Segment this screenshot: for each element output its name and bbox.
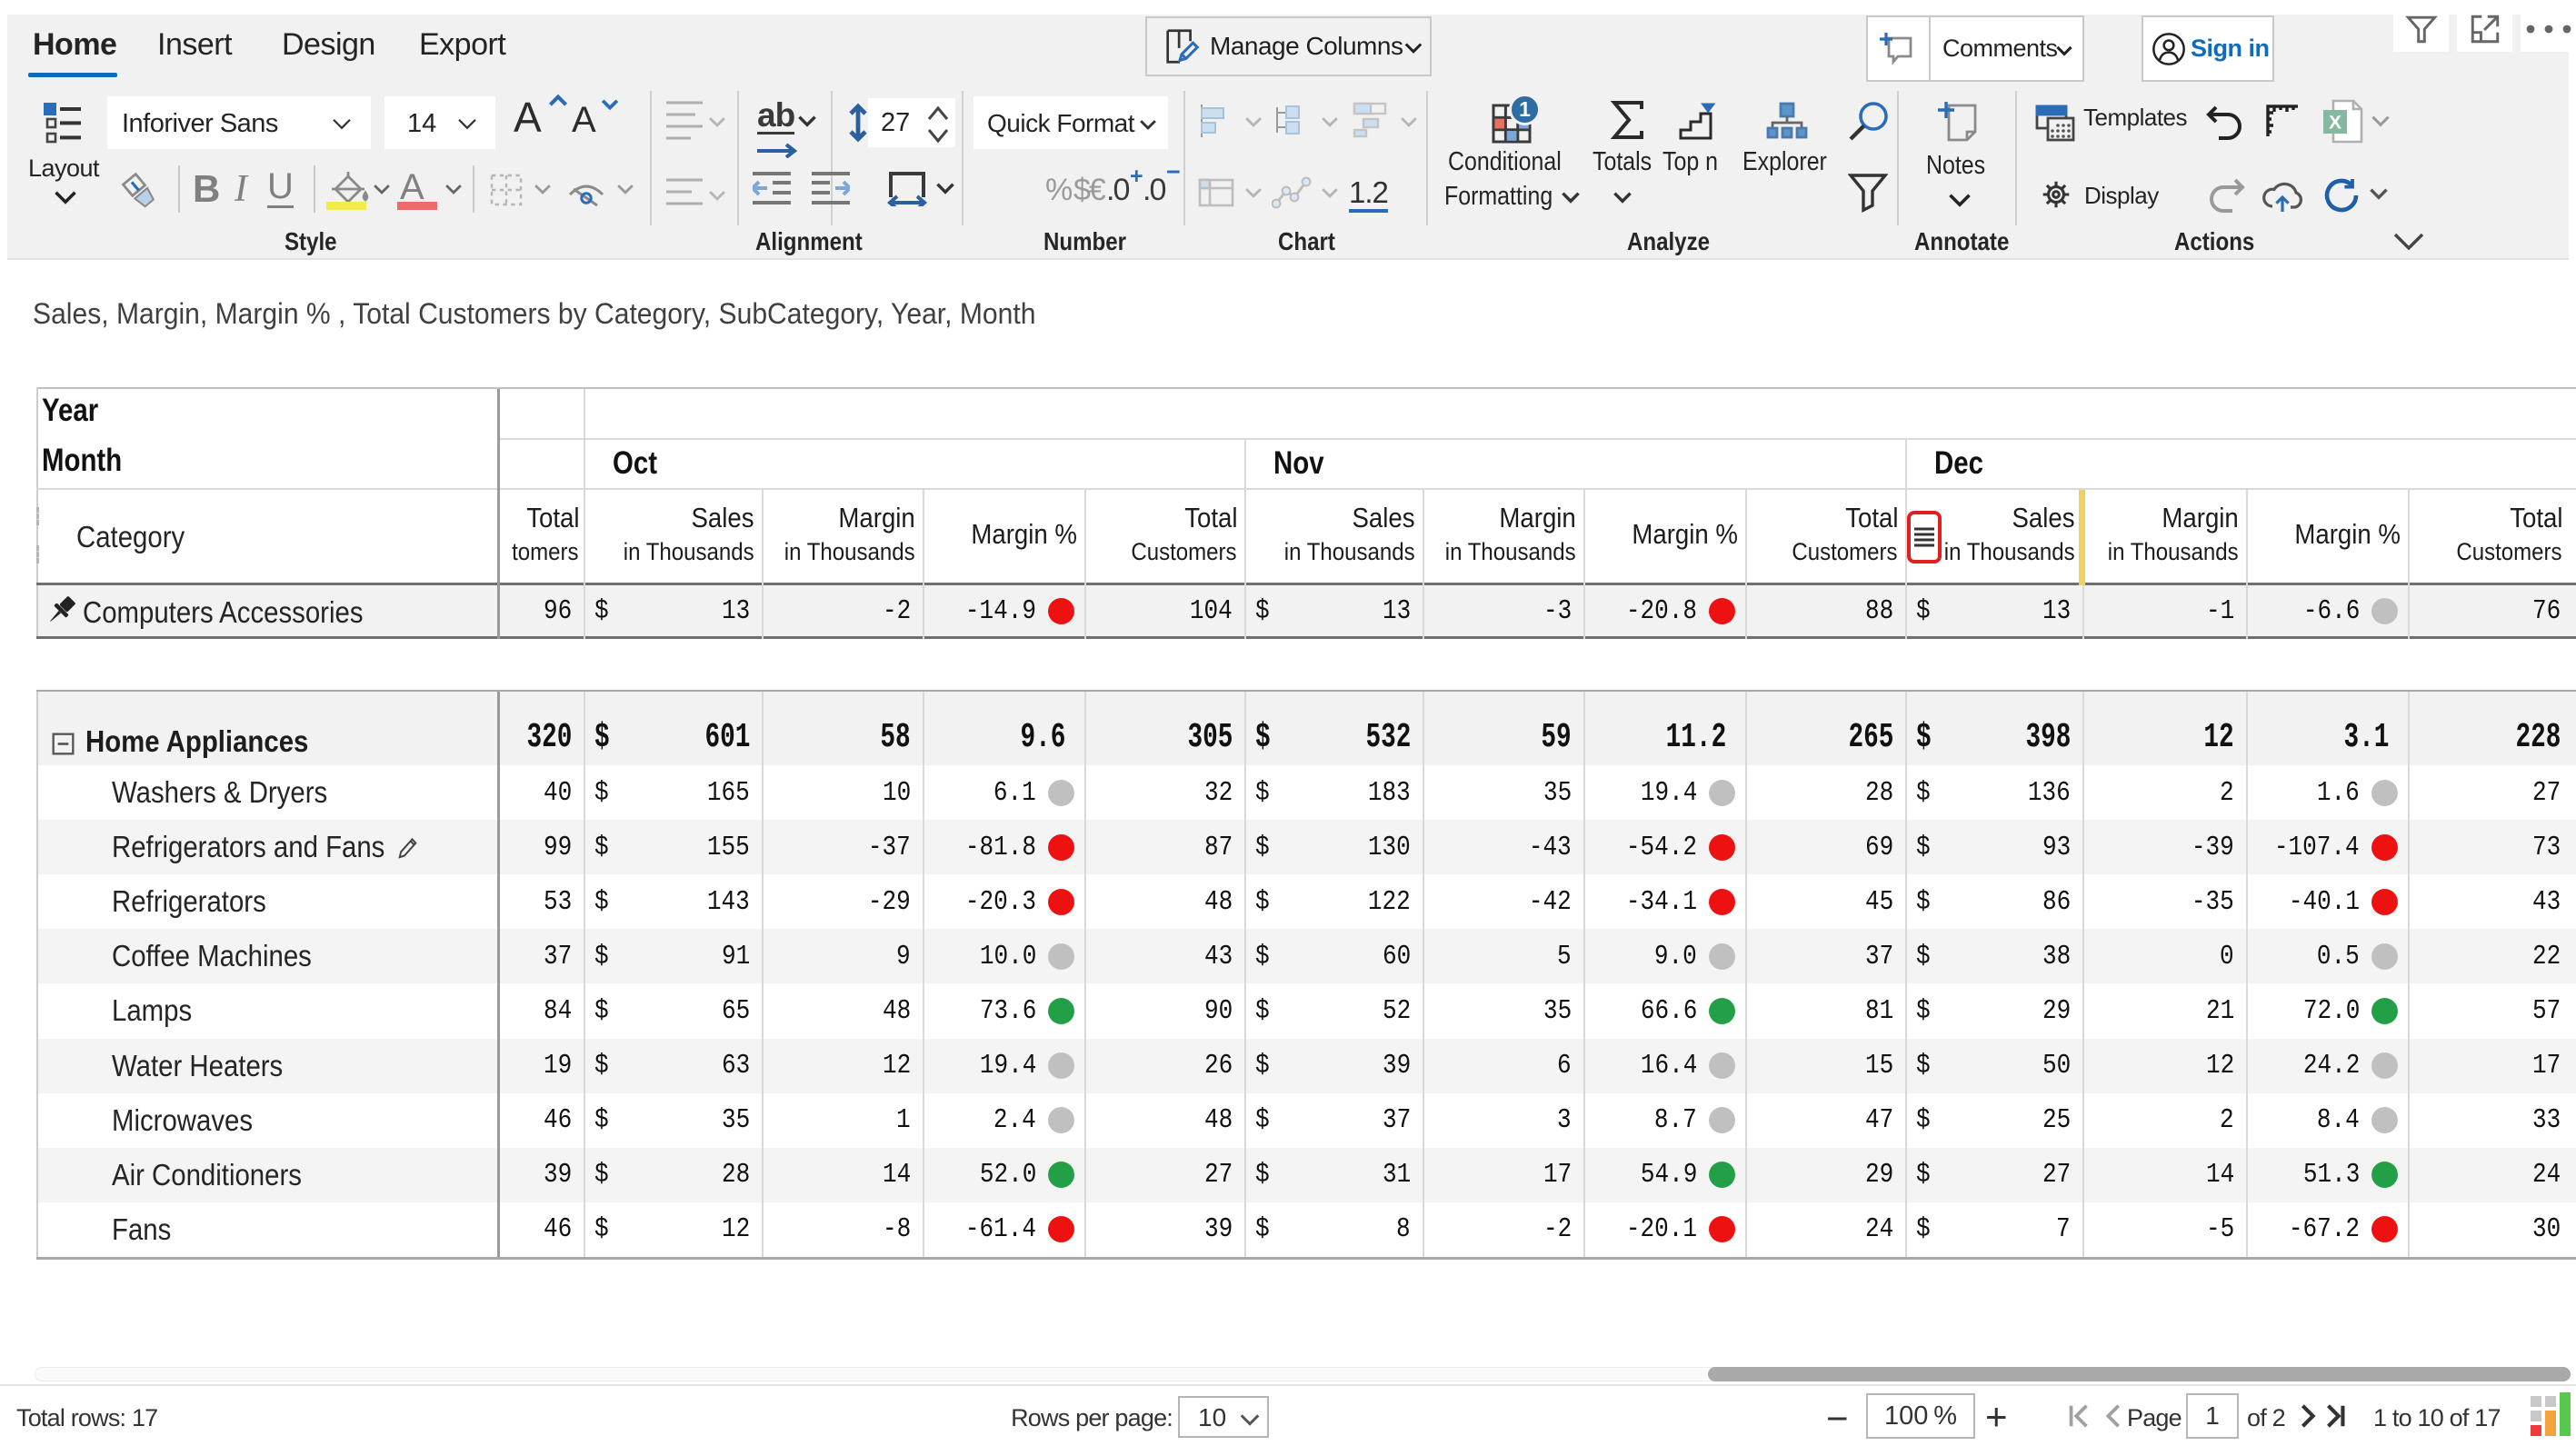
svg-text:X: X — [2329, 113, 2341, 134]
